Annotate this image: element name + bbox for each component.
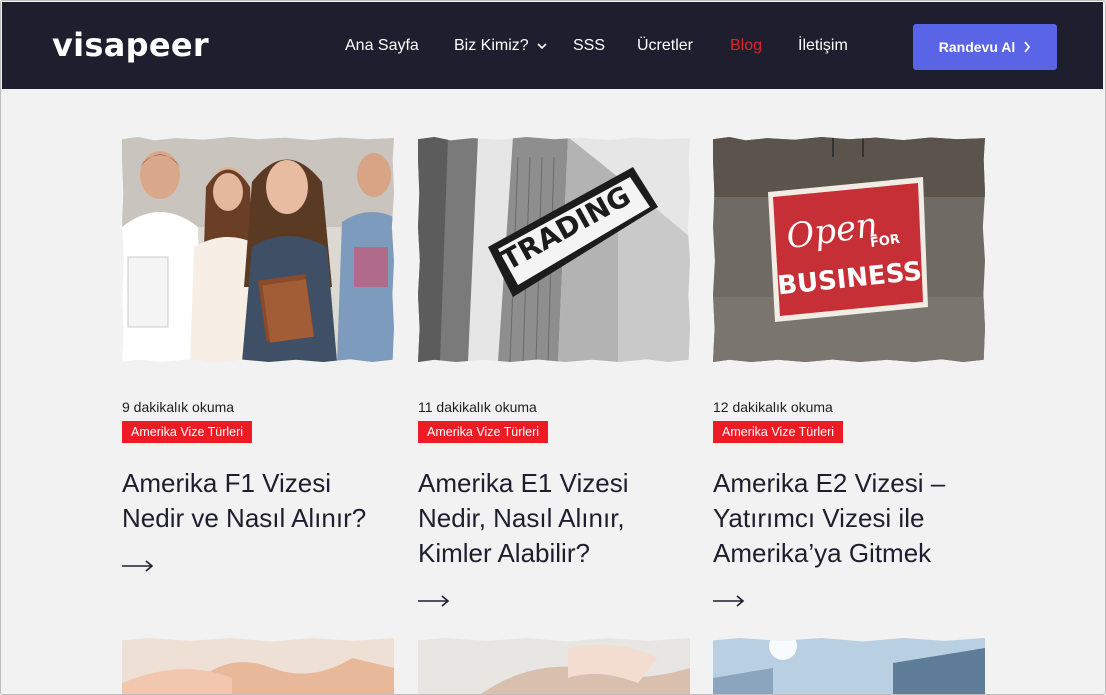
open-sign-photo: Open FOR BUSINESS	[713, 137, 985, 362]
buildings-photo	[713, 638, 985, 694]
arrow-right-icon[interactable]	[713, 594, 745, 608]
post-title-line: Nedir, Nasıl Alınır,	[418, 503, 625, 533]
post-title-line: Amerika F1 Vizesi	[122, 468, 332, 498]
appointment-button-label: Randevu Al	[938, 39, 1016, 55]
post-title[interactable]: Amerika E1 Vizesi Nedir, Nasıl Alınır, K…	[418, 466, 708, 571]
appointment-button[interactable]: Randevu Al	[913, 24, 1057, 70]
hands-photo	[122, 638, 394, 694]
read-time: 12 dakikalık okuma	[713, 399, 833, 415]
category-badge[interactable]: Amerika Vize Türleri	[122, 421, 253, 443]
category-badge[interactable]: Amerika Vize Türleri	[418, 421, 549, 443]
nav-contact[interactable]: İletişim	[798, 37, 848, 55]
post-thumbnail[interactable]	[122, 137, 394, 362]
arrow-right-icon[interactable]	[122, 559, 154, 573]
nav-blog[interactable]: Blog	[730, 37, 762, 55]
arrow-right-icon[interactable]	[418, 594, 450, 608]
post-thumbnail[interactable]: TRADING	[418, 137, 690, 362]
read-time: 9 dakikalık okuma	[122, 399, 235, 415]
category-badge[interactable]: Amerika Vize Türleri	[713, 421, 844, 443]
nav-about-label: Biz Kimiz?	[454, 37, 529, 54]
post-title-line: Yatırımcı Vizesi ile	[713, 503, 925, 533]
handshake-photo	[418, 638, 690, 694]
nav-about[interactable]: Biz Kimiz?	[454, 37, 547, 55]
post-thumbnail-partial[interactable]	[418, 638, 690, 694]
post-title-line: Nedir ve Nasıl Alınır?	[122, 503, 367, 533]
nav-home[interactable]: Ana Sayfa	[345, 37, 419, 55]
chevron-right-icon	[1024, 41, 1031, 53]
read-time: 11 dakikalık okuma	[418, 399, 537, 415]
post-title-line: Amerika E2 Vizesi –	[713, 468, 946, 498]
post-title-line: Amerika E1 Vizesi	[418, 468, 629, 498]
post-title-line: Kimler Alabilir?	[418, 538, 590, 568]
nav-pricing[interactable]: Ücretler	[637, 37, 693, 55]
post-title-line: Amerika’ya Gitmek	[713, 538, 932, 568]
post-thumbnail[interactable]: Open FOR BUSINESS	[713, 137, 985, 362]
students-photo	[122, 137, 394, 362]
post-thumbnail-partial[interactable]	[122, 638, 394, 694]
trading-sign-photo: TRADING	[418, 137, 690, 362]
nav-faq[interactable]: SSS	[573, 37, 605, 55]
post-thumbnail-partial[interactable]	[713, 638, 985, 694]
site-header: visapeer Ana Sayfa Biz Kimiz? SSS Ücretl…	[2, 2, 1103, 89]
post-title[interactable]: Amerika E2 Vizesi – Yatırımcı Vizesi ile…	[713, 466, 1003, 571]
post-title[interactable]: Amerika F1 Vizesi Nedir ve Nasıl Alınır?	[122, 466, 412, 536]
site-logo[interactable]: visapeer	[52, 26, 209, 64]
browser-frame: visapeer Ana Sayfa Biz Kimiz? SSS Ücretl…	[0, 0, 1106, 695]
chevron-down-icon	[537, 43, 547, 49]
